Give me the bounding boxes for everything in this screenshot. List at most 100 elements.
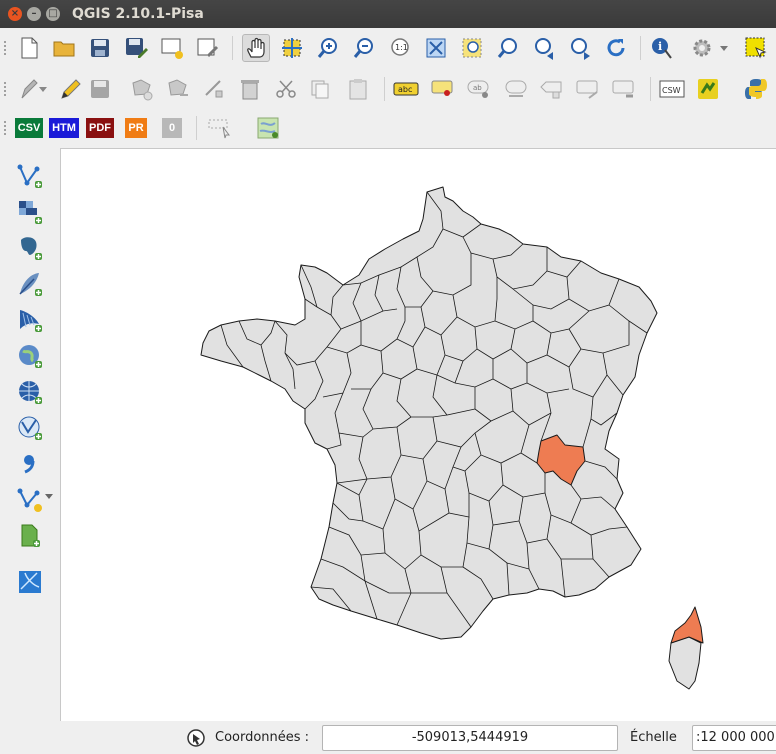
composer-manager-button[interactable] <box>194 34 222 62</box>
add-vector-layer-button[interactable] <box>14 160 46 192</box>
paste-features-button[interactable] <box>344 75 372 103</box>
pdf-badge: PDF <box>86 118 114 138</box>
toolbar-grip[interactable] <box>3 40 7 56</box>
zoom-in-button[interactable] <box>314 34 342 62</box>
add-wms-tile-button[interactable] <box>14 566 46 598</box>
zoom-full-button[interactable] <box>422 34 450 62</box>
scale-field[interactable]: :12 000 000 <box>692 725 776 751</box>
add-wfs-layer-button[interactable] <box>14 412 46 444</box>
mainland-france[interactable] <box>200 186 658 640</box>
pin-label-icon <box>431 80 453 96</box>
france-departments-map[interactable] <box>61 149 776 722</box>
add-mssql-layer-button[interactable] <box>14 304 46 336</box>
raster-layer-icon <box>19 201 42 224</box>
save-as-icon <box>126 38 148 58</box>
save-project-button[interactable] <box>86 34 114 62</box>
identify-features-button[interactable]: i <box>648 34 676 62</box>
zero-badge: 0 <box>161 118 183 138</box>
pan-to-selection-button[interactable] <box>278 34 306 62</box>
rotate-label-icon <box>540 81 562 99</box>
map-canvas[interactable] <box>60 148 776 721</box>
cut-features-button[interactable] <box>272 75 300 103</box>
identify-icon: i <box>652 38 672 59</box>
add-raster-layer-button[interactable] <box>14 196 46 228</box>
openlayers-map-button[interactable] <box>254 114 282 142</box>
show-labels-icon: ab <box>467 80 489 98</box>
pin-labels-button[interactable] <box>430 75 458 103</box>
pr-badge: PR <box>125 118 147 138</box>
new-layer-dropdown[interactable] <box>44 486 54 506</box>
node-tool-button[interactable] <box>200 75 228 103</box>
export-pdf-button[interactable]: PDF <box>86 114 114 142</box>
action-dropdown[interactable] <box>716 34 732 62</box>
zoom-out-icon <box>353 38 373 58</box>
add-spatialite-layer-button[interactable] <box>14 268 46 300</box>
export-pr-button[interactable]: PR <box>122 114 150 142</box>
add-wms-layer-button[interactable] <box>14 340 46 372</box>
pan-map-button[interactable] <box>242 34 270 62</box>
new-shapefile-layer-button[interactable] <box>14 484 46 516</box>
new-project-button[interactable] <box>15 34 43 62</box>
copy-features-button[interactable] <box>306 75 334 103</box>
add-postgis-layer-button[interactable] <box>14 232 46 264</box>
add-wcs-layer-button[interactable] <box>14 376 46 408</box>
feather-icon <box>19 273 42 296</box>
add-feature-button[interactable] <box>128 75 156 103</box>
zero-button[interactable]: 0 <box>158 114 186 142</box>
select-features-button[interactable] <box>742 34 770 62</box>
rotate-label-button[interactable] <box>538 75 566 103</box>
delete-selected-button[interactable] <box>236 75 264 103</box>
zoom-to-selection-button[interactable] <box>458 34 486 62</box>
plugin-button[interactable] <box>694 75 722 103</box>
toolbar-grip[interactable] <box>3 120 7 136</box>
current-edits-dropdown[interactable] <box>36 75 50 103</box>
zoom-to-layer-button[interactable] <box>494 34 522 62</box>
label-abc-icon: abc <box>393 82 419 96</box>
minimize-window-button[interactable]: – <box>27 7 41 21</box>
action-button[interactable] <box>688 34 716 62</box>
export-csv-button[interactable]: CSV <box>14 114 44 142</box>
save-layer-edits-button[interactable] <box>86 75 114 103</box>
move-feature-button[interactable] <box>164 75 192 103</box>
trash-icon <box>241 80 259 100</box>
change-label-icon <box>576 80 598 99</box>
save-edits-icon <box>91 80 109 98</box>
change-label-button[interactable] <box>574 75 602 103</box>
corsica-north[interactable] <box>670 606 704 644</box>
coordinates-field[interactable]: -509013,5444919 <box>322 725 618 751</box>
csw-client-button[interactable]: CSW <box>658 75 686 103</box>
zoom-next-button[interactable] <box>566 34 594 62</box>
save-as-button[interactable] <box>122 34 150 62</box>
status-bar: Coordonnées : -509013,5444919 Échelle :1… <box>0 722 776 754</box>
open-project-button[interactable] <box>50 34 78 62</box>
mouse-coordinate-icon <box>186 728 206 752</box>
zoom-last-button[interactable] <box>530 34 558 62</box>
ab-label-text: ab <box>473 84 482 92</box>
python-console-button[interactable] <box>742 75 770 103</box>
move-label-button[interactable] <box>502 75 530 103</box>
refresh-button[interactable] <box>602 34 630 62</box>
layer-labeling-button[interactable]: abc <box>392 75 420 103</box>
zoom-next-icon <box>571 38 590 60</box>
show-hide-labels-button[interactable]: ab <box>466 75 494 103</box>
select-by-click-button[interactable] <box>206 114 234 142</box>
window-title: QGIS 2.10.1-Pisa <box>72 6 204 22</box>
title-bar: × – □ QGIS 2.10.1-Pisa <box>0 0 776 28</box>
new-print-composer-button[interactable] <box>158 34 186 62</box>
close-window-button[interactable]: × <box>8 7 22 21</box>
select-rectangle-icon <box>745 37 767 59</box>
toolbar-grip[interactable] <box>3 81 7 97</box>
scale-label: Échelle <box>630 730 677 745</box>
export-htm-button[interactable]: HTM <box>49 114 79 142</box>
toggle-editing-button[interactable] <box>56 75 84 103</box>
new-spatialite-layer-button[interactable] <box>14 520 46 552</box>
htm-badge: HTM <box>49 118 79 138</box>
maximize-window-button[interactable]: □ <box>46 7 60 21</box>
main-toolbar: 1:1 i <box>0 30 776 66</box>
gear-icon <box>693 39 711 57</box>
zoom-out-button[interactable] <box>350 34 378 62</box>
add-delimited-text-button[interactable] <box>14 448 46 480</box>
paste-icon <box>349 79 367 100</box>
zoom-native-resolution-button[interactable]: 1:1 <box>386 34 414 62</box>
label-properties-button[interactable] <box>610 75 638 103</box>
